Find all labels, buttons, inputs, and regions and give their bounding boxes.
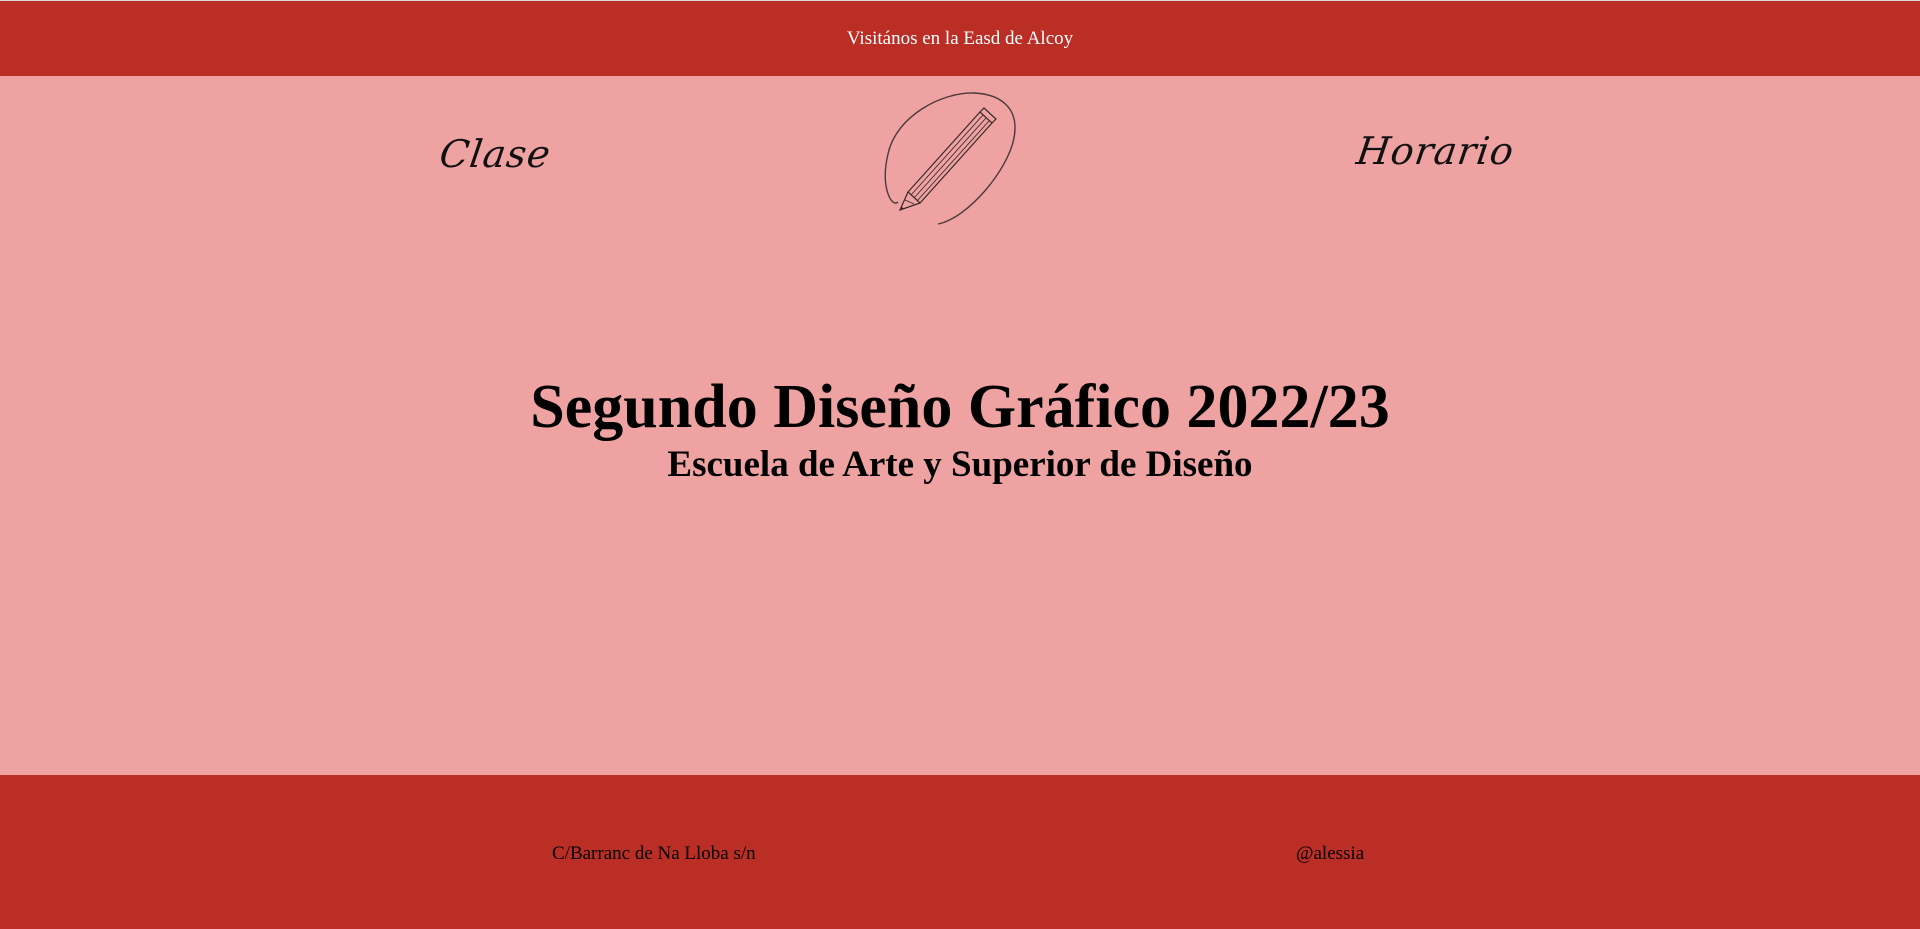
pencil-circle-icon[interactable] <box>870 90 1020 226</box>
page-subtitle: Escuela de Arte y Superior de Diseño <box>667 444 1253 485</box>
footer: C/Barranc de Na Lloba s/n @alessia <box>0 775 1920 929</box>
page-title: Segundo Diseño Gráfico 2022/23 <box>530 373 1390 441</box>
footer-social-handle[interactable]: @alessia <box>1296 843 1364 865</box>
footer-address: C/Barranc de Na Lloba s/n <box>552 843 756 864</box>
hero-section: Clase Horario Segundo Diseño Gráfico 202… <box>0 76 1920 775</box>
logo-graphic <box>884 92 1016 225</box>
nav-link-horario[interactable]: Horario <box>1354 129 1517 173</box>
top-banner: Visitános en la Easd de Alcoy <box>0 0 1920 76</box>
top-banner-text: Visitános en la Easd de Alcoy <box>846 28 1074 49</box>
nav-link-clase[interactable]: Clase <box>437 132 554 176</box>
